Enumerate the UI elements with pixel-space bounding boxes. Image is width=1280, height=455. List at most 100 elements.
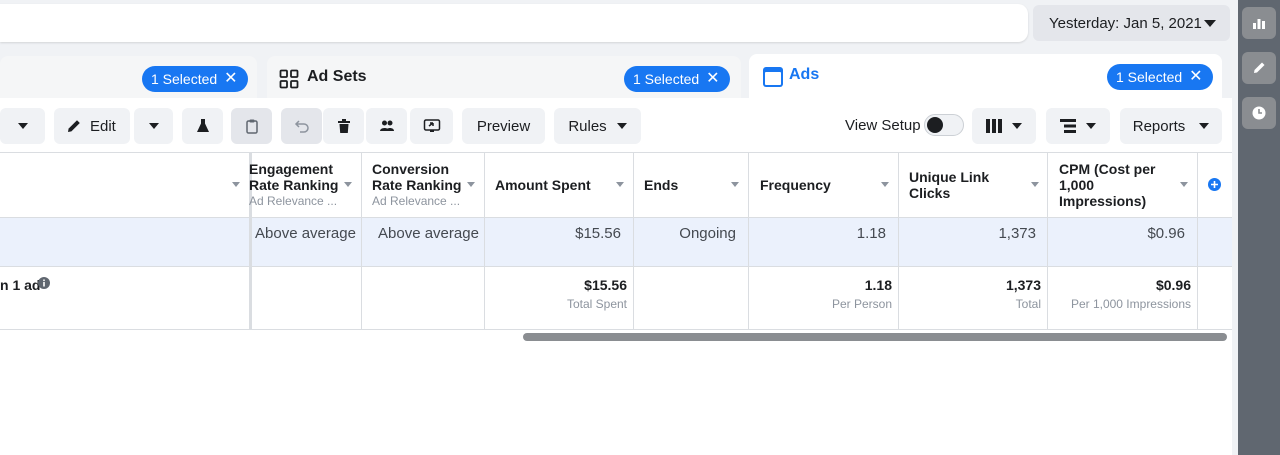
- column-divider: [633, 152, 634, 330]
- ads-selected-pill[interactable]: 1 Selected ✕: [1107, 64, 1213, 90]
- column-subtitle: Ad Relevance ...: [372, 194, 461, 208]
- ad-sets-title: Ad Sets: [307, 68, 367, 85]
- right-rail: [1238, 0, 1280, 455]
- edit-icon: [1254, 62, 1265, 73]
- total-cpm: $0.96: [1155, 277, 1191, 293]
- columns-icon: [986, 119, 1002, 133]
- toggle-knob: [927, 117, 943, 133]
- edit-panel-button[interactable]: [1242, 52, 1276, 84]
- caret-down-icon[interactable]: [881, 182, 889, 187]
- preview-button[interactable]: Preview: [462, 108, 545, 144]
- date-range-label: Yesterday: Jan 5, 2021: [1049, 14, 1202, 32]
- undo-icon: [294, 120, 309, 133]
- cell-engagement-rate-ranking: Above average: [255, 225, 356, 242]
- export-icon: [423, 119, 440, 132]
- column-title: Amount Spent: [495, 177, 591, 193]
- column-divider: [484, 152, 485, 330]
- total-unique-link-clicks: 1,373: [1005, 277, 1041, 293]
- close-icon[interactable]: ✕: [1189, 69, 1202, 85]
- total-unique-link-clicks-caption: Total: [1015, 297, 1041, 311]
- edit-dropdown-button[interactable]: [134, 108, 173, 144]
- caret-down-icon[interactable]: [1031, 182, 1039, 187]
- column-divider: [898, 152, 899, 330]
- column-divider: [361, 152, 362, 330]
- chart-button[interactable]: [1242, 7, 1276, 39]
- column-header-conversion-rate-ranking[interactable]: Conversion Rate Ranking Ad Relevance ...: [372, 152, 467, 218]
- caret-down-icon[interactable]: [731, 182, 739, 187]
- total-frequency-caption: Per Person: [831, 297, 892, 311]
- create-dropdown-button[interactable]: [0, 108, 45, 144]
- flask-icon: [196, 119, 209, 132]
- view-setup-label: View Setup: [845, 117, 921, 134]
- column-header-unique-link-clicks[interactable]: Unique Link Clicks: [909, 152, 1009, 218]
- undo-button[interactable]: [281, 108, 322, 144]
- reports-button[interactable]: Reports: [1120, 108, 1222, 144]
- rules-label: Rules: [568, 117, 607, 135]
- breakdown-icon: [1060, 119, 1076, 133]
- add-column-icon[interactable]: [1208, 178, 1221, 191]
- date-range-picker[interactable]: Yesterday: Jan 5, 2021: [1033, 5, 1230, 41]
- column-title: Conversion Rate Ranking: [372, 161, 462, 193]
- people-icon: [379, 120, 394, 131]
- total-frequency: 1.18: [864, 277, 892, 293]
- caret-down-icon[interactable]: [467, 182, 475, 187]
- total-amount-spent-caption: Total Spent: [566, 297, 627, 311]
- column-divider: [1047, 152, 1048, 330]
- caret-down-icon: [616, 123, 627, 129]
- clock-icon: [1252, 106, 1266, 120]
- column-title: CPM (Cost per 1,000 Impressions): [1059, 161, 1156, 209]
- cell-unique-link-clicks: 1,373: [998, 225, 1036, 242]
- delete-button[interactable]: [323, 108, 364, 144]
- caret-down-icon: [1199, 123, 1210, 129]
- preview-label: Preview: [476, 117, 531, 135]
- trash-icon: [337, 119, 350, 133]
- close-icon[interactable]: ✕: [224, 71, 237, 87]
- view-setup-toggle[interactable]: [924, 114, 964, 136]
- caret-down-icon[interactable]: [344, 182, 352, 187]
- info-icon[interactable]: [38, 277, 50, 289]
- caret-down-icon: [1204, 20, 1216, 27]
- column-title: Engagement Rate Ranking: [249, 161, 339, 193]
- ad-sets-selected-pill[interactable]: 1 Selected ✕: [624, 66, 730, 92]
- column-header-cpm[interactable]: CPM (Cost per 1,000 Impressions): [1059, 152, 1167, 218]
- caret-down-icon[interactable]: [232, 182, 240, 187]
- cell-conversion-rate-ranking: Above average: [378, 225, 479, 242]
- caret-down-icon[interactable]: [1180, 182, 1188, 187]
- tab-ads[interactable]: Ads 1 Selected ✕: [749, 54, 1222, 98]
- history-button[interactable]: [1242, 97, 1276, 129]
- ab-test-button[interactable]: [182, 108, 223, 144]
- rules-button[interactable]: Rules: [554, 108, 641, 144]
- total-cpm-caption: Per 1,000 Impressions: [1070, 297, 1191, 311]
- column-header-ends[interactable]: Ends: [644, 152, 724, 218]
- ads-table: Engagement Rate Ranking Ad Relevance ...…: [0, 152, 1232, 330]
- column-header-engagement-rate-ranking[interactable]: Engagement Rate Ranking Ad Relevance ...: [249, 152, 349, 218]
- ads-manager-panel: Edit Preview Rules View Setup Reports En…: [0, 98, 1232, 455]
- tab-ad-sets[interactable]: Ad Sets 1 Selected ✕: [267, 56, 741, 100]
- breakdown-button[interactable]: [1046, 108, 1110, 144]
- column-header-amount-spent[interactable]: Amount Spent: [495, 152, 615, 218]
- reports-label: Reports: [1132, 117, 1186, 135]
- column-divider: [1197, 152, 1198, 330]
- caret-down-icon: [148, 123, 159, 129]
- export-button[interactable]: [410, 108, 453, 144]
- cell-frequency: 1.18: [856, 225, 886, 242]
- total-amount-spent: $15.56: [584, 277, 627, 293]
- columns-button[interactable]: [972, 108, 1036, 144]
- horizontal-scrollbar[interactable]: [523, 333, 1227, 341]
- close-icon[interactable]: ✕: [706, 71, 719, 87]
- search-bar[interactable]: [0, 4, 1028, 42]
- audience-button[interactable]: [366, 108, 407, 144]
- cell-cpm: $0.96: [1147, 225, 1185, 242]
- pencil-icon: [68, 120, 80, 132]
- column-header-frequency[interactable]: Frequency: [760, 152, 870, 218]
- campaigns-selected-pill[interactable]: 1 Selected ✕: [142, 66, 248, 92]
- edit-button[interactable]: Edit: [54, 108, 130, 144]
- column-subtitle: Ad Relevance ...: [249, 194, 338, 208]
- selected-label: 1 Selected: [151, 71, 218, 87]
- ads-title: Ads: [789, 66, 820, 83]
- selected-label: 1 Selected: [633, 71, 700, 87]
- column-divider: [748, 152, 749, 330]
- caret-down-icon[interactable]: [616, 182, 624, 187]
- duplicate-button[interactable]: [231, 108, 272, 144]
- tab-campaigns[interactable]: 1 Selected ✕: [0, 56, 257, 100]
